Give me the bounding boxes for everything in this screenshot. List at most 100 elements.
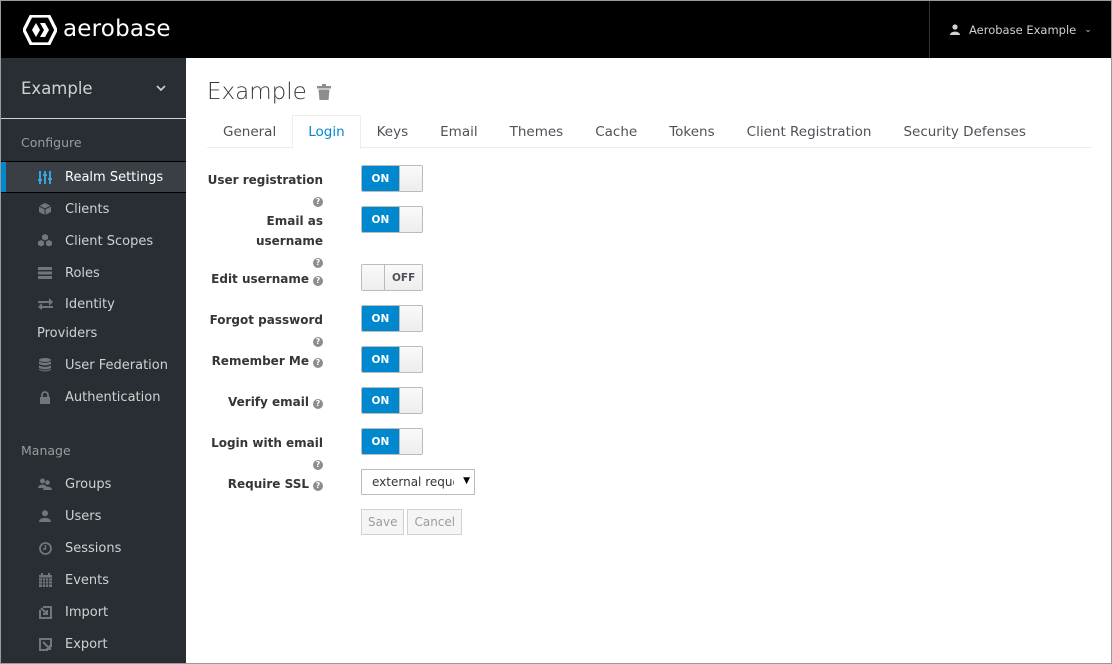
field-label: Require SSL (227, 477, 309, 491)
remember-me-toggle[interactable]: ON (361, 346, 423, 373)
list-icon (37, 266, 53, 280)
realm-selector[interactable]: Example (1, 58, 186, 119)
sidebar-item-export[interactable]: Export (1, 628, 186, 660)
require-ssl-value: external requests (372, 475, 454, 489)
chevron-down-icon: ⌄ (1084, 24, 1092, 35)
field-label: Edit username (211, 272, 309, 286)
form-row-verify-email: Verify email? ON (207, 386, 1092, 427)
brand-logo[interactable]: aerobase (23, 15, 171, 45)
database-icon (37, 358, 53, 372)
sidebar-item-events[interactable]: Events (1, 564, 186, 596)
field-label: Forgot password (209, 313, 323, 327)
field-label: Login with email (211, 436, 323, 450)
section-title-manage: Manage (21, 443, 71, 458)
sidebar-item-label: Users (65, 508, 102, 524)
form-row-remember-me: Remember Me? ON (207, 345, 1092, 386)
tab-general[interactable]: General (207, 115, 292, 148)
user-menu[interactable]: Aerobase Example ⌄ (929, 1, 1111, 58)
cubes-icon (37, 234, 53, 248)
sidebar-item-clients[interactable]: Clients (1, 193, 186, 225)
sidebar-item-label: Sessions (65, 540, 122, 556)
form-row-user-registration: User registration? ON (207, 164, 1092, 207)
user-icon (37, 509, 53, 523)
sidebar-item-label: Realm Settings (65, 169, 164, 185)
help-icon[interactable]: ? (313, 358, 323, 368)
form-row-edit-username: Edit username? OFF (207, 263, 1092, 304)
field-label: Email as username (255, 214, 323, 248)
verify-email-toggle[interactable]: ON (361, 387, 423, 414)
sidebar-item-roles[interactable]: Roles (1, 257, 186, 289)
sidebar: Example Configure Realm Settings Clients… (1, 58, 186, 663)
sidebar-item-user-federation[interactable]: User Federation (1, 349, 186, 381)
sidebar-item-label: Roles (65, 265, 100, 281)
dropdown-arrow-icon: ▼ (463, 476, 470, 486)
sidebar-item-import[interactable]: Import (1, 596, 186, 628)
toggle-state: ON (362, 347, 399, 372)
page-title: Example (207, 79, 307, 105)
forgot-password-toggle[interactable]: ON (361, 305, 423, 332)
field-label: Remember Me (211, 354, 309, 368)
trash-icon[interactable] (316, 83, 331, 104)
field-label: User registration (207, 173, 323, 187)
tab-security-defenses[interactable]: Security Defenses (887, 115, 1041, 148)
sidebar-item-groups[interactable]: Groups (1, 468, 186, 500)
tab-login[interactable]: Login (292, 115, 361, 149)
help-icon[interactable]: ? (313, 399, 323, 409)
sidebar-item-sessions[interactable]: Sessions (1, 532, 186, 564)
clock-icon (37, 541, 53, 555)
tab-email[interactable]: Email (424, 115, 493, 148)
field-label: Verify email (228, 395, 309, 409)
require-ssl-select[interactable]: external requests ▼ (361, 469, 475, 495)
sliders-icon (37, 170, 53, 184)
tab-client-registration[interactable]: Client Registration (731, 115, 888, 148)
sidebar-item-label: Events (65, 572, 110, 588)
sidebar-item-label: Clients (65, 201, 110, 217)
sidebar-item-realm-settings[interactable]: Realm Settings (1, 161, 186, 193)
cancel-button[interactable]: Cancel (407, 509, 463, 535)
sidebar-item-label: Import (65, 604, 109, 620)
brand-name: aerobase (63, 16, 171, 42)
user-registration-toggle[interactable]: ON (361, 165, 423, 192)
main-content: Example General Login Keys Email Themes … (207, 58, 1092, 535)
tab-cache[interactable]: Cache (579, 115, 653, 148)
top-navbar: aerobase Aerobase Example ⌄ (1, 1, 1111, 58)
sidebar-item-authentication[interactable]: Authentication (1, 381, 186, 413)
import-icon (37, 605, 53, 619)
users-icon (37, 477, 53, 491)
section-title-configure: Configure (21, 135, 82, 150)
calendar-icon (37, 573, 53, 587)
sidebar-item-label: Groups (65, 476, 112, 492)
sidebar-item-label-continued[interactable]: Providers (1, 319, 186, 349)
user-icon (950, 24, 960, 35)
toggle-state: ON (362, 207, 399, 232)
sidebar-item-label: User Federation (65, 357, 168, 373)
save-button[interactable]: Save (361, 509, 405, 535)
sidebar-item-label: Export (65, 636, 108, 652)
tab-keys[interactable]: Keys (361, 115, 425, 148)
sidebar-item-label: Identity (65, 296, 115, 312)
form-row-email-as-username: Email as username? ON (207, 205, 1092, 268)
help-icon[interactable]: ? (313, 481, 323, 491)
sidebar-item-client-scopes[interactable]: Client Scopes (1, 225, 186, 257)
email-as-username-toggle[interactable]: ON (361, 206, 423, 233)
form-row-forgot-password: Forgot password? ON (207, 304, 1092, 347)
login-with-email-toggle[interactable]: ON (361, 428, 423, 455)
realm-name: Example (21, 78, 93, 98)
sidebar-item-identity-providers[interactable]: Identity (1, 289, 186, 319)
toggle-state: ON (362, 166, 399, 191)
aerobase-logo-icon (23, 15, 57, 45)
login-settings-form: User registration? ON Email as username?… (207, 164, 1092, 535)
sidebar-item-label: Client Scopes (65, 233, 154, 249)
help-icon[interactable]: ? (313, 276, 323, 286)
sidebar-item-users[interactable]: Users (1, 500, 186, 532)
tab-themes[interactable]: Themes (494, 115, 580, 148)
chevron-down-icon (156, 85, 166, 91)
edit-username-toggle[interactable]: OFF (361, 264, 423, 291)
tab-tokens[interactable]: Tokens (653, 115, 730, 148)
form-row-require-ssl: Require SSL? external requests ▼ (207, 468, 1092, 509)
toggle-state: ON (362, 429, 399, 454)
user-menu-label: Aerobase Example (969, 22, 1077, 37)
cube-icon (37, 202, 53, 216)
tab-bar: General Login Keys Email Themes Cache To… (207, 115, 1092, 149)
toggle-state: ON (362, 388, 399, 413)
